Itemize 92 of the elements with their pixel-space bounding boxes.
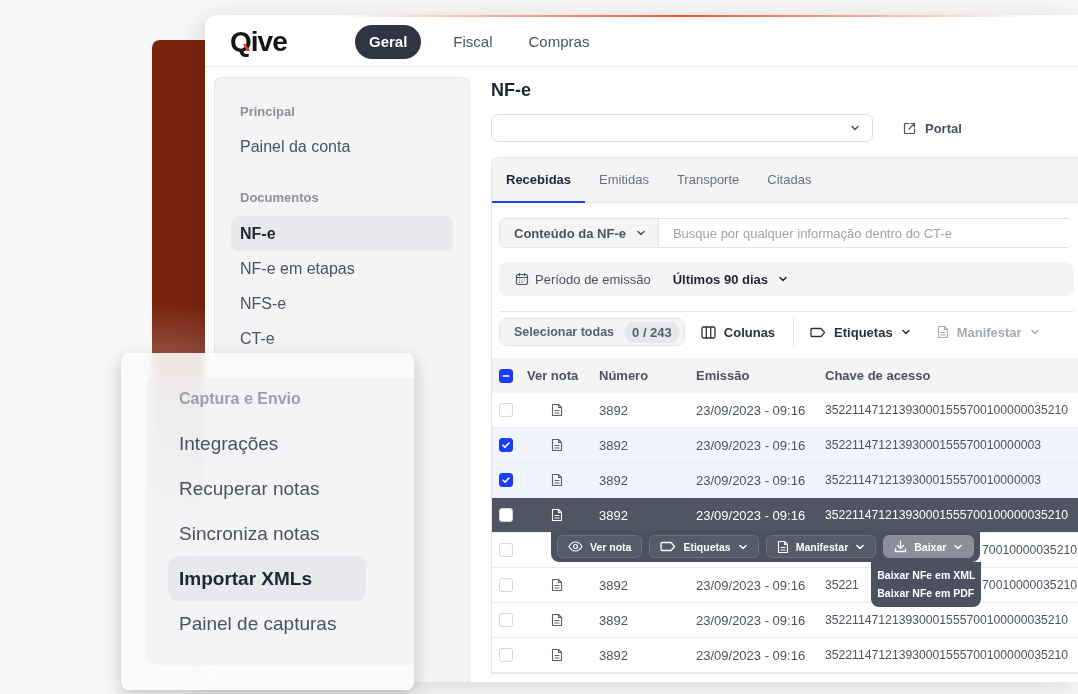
view-document-icon	[551, 648, 563, 662]
table-cell: 35221147121393000155570010000003	[825, 473, 1041, 487]
table-cell: 70010000035210	[982, 543, 1077, 557]
menu-item[interactable]: Recuperar notas	[168, 466, 331, 511]
table-cell: 3892	[599, 437, 628, 453]
eye-icon	[568, 541, 583, 552]
tag-icon	[660, 541, 677, 552]
view-document-icon	[551, 438, 563, 452]
nav-tab[interactable]: Compras	[512, 24, 606, 59]
logo-mark-icon	[242, 42, 251, 52]
calendar-icon	[515, 272, 529, 286]
document-tab[interactable]: Recebidas	[492, 158, 586, 203]
nav-tab[interactable]: Geral	[355, 24, 422, 59]
columns-icon	[700, 325, 716, 339]
chevron-down-icon	[778, 274, 788, 284]
toolbar-button[interactable]: Etiquetas	[794, 318, 921, 346]
sidebar-item[interactable]: NF-e	[231, 216, 453, 251]
page-title: NF-e	[491, 79, 532, 102]
search-field[interactable]: Conteúdo da NF-e Busque por qualquer informação dentro do CT-e	[499, 218, 1074, 248]
sidebar-section-title: Principal	[239, 103, 296, 121]
table-cell: 23/09/2023 - 09:16	[696, 647, 806, 663]
action-button[interactable]: Etiquetas	[649, 535, 759, 558]
view-document-icon	[551, 508, 563, 522]
document-icon	[776, 539, 789, 554]
table-cell: 70010000035210	[982, 578, 1077, 592]
document-tab[interactable]: Emitidas	[585, 158, 663, 203]
table-cell: 3892	[599, 647, 628, 663]
column-header[interactable]: Número	[599, 368, 649, 383]
table-cell: 3892	[599, 612, 628, 628]
select-field[interactable]	[491, 114, 873, 142]
sidebar-item[interactable]: NFS-e	[231, 286, 453, 321]
tag-icon	[810, 326, 827, 338]
checkbox[interactable]	[499, 473, 513, 487]
column-header[interactable]: Ver nota	[527, 368, 579, 383]
table-cell: 3892	[599, 577, 628, 593]
menu-option[interactable]: Baixar NFe em PDF	[877, 584, 976, 602]
sidebar-item[interactable]: NF-e em etapas	[231, 251, 453, 286]
table-cell: 23/09/2023 - 09:16	[696, 437, 806, 453]
sidebar-item[interactable]: Painel da conta	[231, 129, 453, 164]
table-row[interactable]: 3892 23/09/2023 - 09:16 35221147121393000155570010000003	[492, 428, 1078, 463]
checkbox[interactable]	[499, 438, 513, 452]
view-document-icon	[551, 473, 563, 487]
chevron-down-icon	[635, 228, 646, 238]
table-cell: 23/09/2023 - 09:16	[696, 402, 806, 418]
scope-dropdown[interactable]: Conteúdo da NF-e	[500, 219, 659, 247]
table-cell: 352211471213930001555700100000035210	[825, 648, 1069, 662]
sidebar-item[interactable]: CT-e	[231, 321, 453, 356]
table-cell: 35221	[825, 578, 859, 592]
download-icon	[894, 540, 908, 553]
menu-item[interactable]: Integrações	[168, 421, 290, 466]
column-header[interactable]: Emissão	[696, 368, 750, 383]
document-tab[interactable]: Transporte	[662, 158, 754, 203]
table-cell: 35221147121393000155570010000003	[825, 438, 1041, 452]
toolbar-button[interactable]: Colunas	[684, 318, 795, 346]
check-icon	[500, 474, 512, 486]
external-link-icon	[903, 121, 916, 135]
period-label: Período de emissão	[535, 271, 651, 287]
period-dropdown[interactable]: Últimos 90 dias	[666, 270, 794, 288]
check-icon	[500, 439, 512, 451]
document-icon	[936, 325, 949, 339]
menu-item[interactable]: Sincroniza notas	[168, 511, 331, 556]
table-cell: 352211471213930001555700100000035210	[825, 613, 1069, 627]
table-cell: 23/09/2023 - 09:16	[696, 612, 806, 628]
table-cell: 352211471213930001555700100000035210	[825, 403, 1069, 417]
menu-item[interactable]: Importar XMLs	[168, 556, 366, 601]
column-header[interactable]: Chave de acesso	[825, 368, 931, 383]
menu-section-title: Captura e Envio	[178, 389, 302, 409]
document-tab[interactable]: Citadas	[753, 158, 826, 203]
view-document-icon	[551, 613, 563, 627]
view-document-icon	[551, 578, 563, 592]
view-document-icon	[551, 403, 563, 417]
table-cell: 3892	[599, 402, 628, 418]
menu-item[interactable]: Painel de capturas	[168, 601, 348, 646]
table-cell: 3892	[599, 472, 628, 488]
action-button[interactable]: Ver nota	[557, 535, 643, 558]
table-cell: 23/09/2023 - 09:16	[696, 577, 806, 593]
table-row[interactable]: 3892 23/09/2023 - 09:16 352211471213930001555700100000035210	[492, 498, 1078, 533]
portal-link[interactable]: Portal	[897, 119, 968, 137]
menu-option[interactable]: Baixar NFe em XML	[877, 566, 976, 584]
chevron-down-icon	[850, 123, 860, 133]
table-row[interactable]: 3892 23/09/2023 - 09:16 35221147121393000155570010000003	[492, 463, 1078, 498]
logo[interactable]: Qive	[230, 25, 287, 58]
action-button[interactable]: Manifestar	[765, 535, 877, 558]
table-cell: 23/09/2023 - 09:16	[696, 507, 806, 523]
sidebar-section-title: Documentos	[239, 189, 320, 207]
nav-tab[interactable]: Fiscal	[437, 24, 509, 59]
selection-count: 0 / 243	[624, 321, 680, 343]
checkbox[interactable]	[499, 368, 513, 383]
select-all-button[interactable]: Selecionar todas 0 / 243	[499, 318, 685, 346]
table-cell: 3892	[599, 507, 628, 523]
table-cell: 352211471213930001555700100000035210	[825, 508, 1069, 522]
table-cell: 23/09/2023 - 09:16	[696, 472, 806, 488]
